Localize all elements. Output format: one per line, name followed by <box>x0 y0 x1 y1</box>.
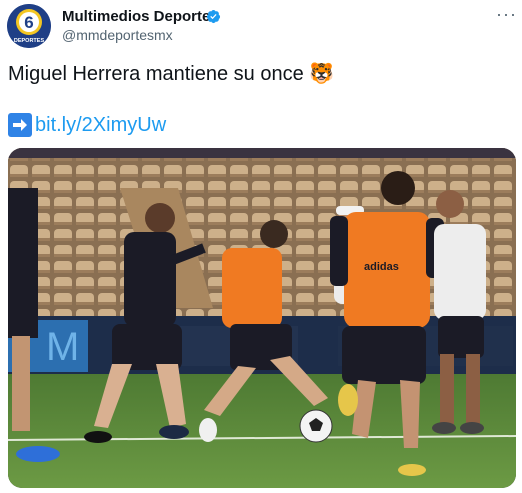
tweet-card[interactable]: 6 DEPORTES Multimedios Deportes @mmdepor… <box>0 0 522 493</box>
more-options-button[interactable]: ··· <box>496 5 518 26</box>
tweet-text: Miguel Herrera mantiene su once 🐯 <box>8 62 334 86</box>
handle[interactable]: @mmdeportesmx <box>62 27 173 43</box>
tweet-photo[interactable]: M adidas <box>8 148 516 488</box>
multimedios-logo-icon: 6 DEPORTES <box>7 4 51 48</box>
avatar-number: 6 <box>24 13 33 32</box>
avatar[interactable]: 6 DEPORTES <box>7 4 51 48</box>
display-name[interactable]: Multimedios Deportes <box>62 8 219 25</box>
link-line: bit.ly/2XimyUw <box>8 113 166 137</box>
right-arrow-emoji-icon <box>8 113 32 137</box>
verified-badge-icon <box>206 9 221 24</box>
tiger-emoji-icon: 🐯 <box>309 63 335 85</box>
avatar-label: DEPORTES <box>14 38 45 44</box>
tweet-link[interactable]: bit.ly/2XimyUw <box>35 113 166 137</box>
svg-text:M: M <box>46 325 79 369</box>
tweet-text-body: Miguel Herrera mantiene su once <box>8 63 304 85</box>
vest-brand: adidas <box>364 261 399 273</box>
soccer-training-photo: M adidas <box>8 148 516 488</box>
